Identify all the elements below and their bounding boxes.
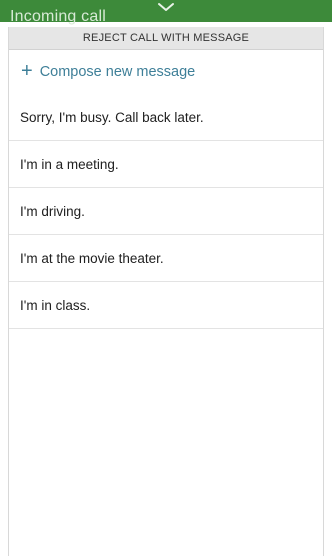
incoming-call-title: Incoming call xyxy=(10,8,106,25)
compose-new-message-button[interactable]: + Compose new message xyxy=(9,50,323,94)
panel-title: REJECT CALL WITH MESSAGE xyxy=(9,27,323,50)
plus-icon: + xyxy=(21,60,33,82)
message-list: Sorry, I'm busy. Call back later. I'm in… xyxy=(9,94,323,329)
list-item[interactable]: I'm driving. xyxy=(9,188,323,235)
compose-label: Compose new message xyxy=(39,64,196,80)
list-item[interactable]: I'm in a meeting. xyxy=(9,141,323,188)
reject-message-panel: REJECT CALL WITH MESSAGE + Compose new m… xyxy=(9,27,323,556)
list-item[interactable]: I'm in class. xyxy=(9,282,323,329)
list-item[interactable]: Sorry, I'm busy. Call back later. xyxy=(9,94,323,141)
chevron-down-icon[interactable] xyxy=(155,0,177,20)
list-item[interactable]: I'm at the movie theater. xyxy=(9,235,323,282)
